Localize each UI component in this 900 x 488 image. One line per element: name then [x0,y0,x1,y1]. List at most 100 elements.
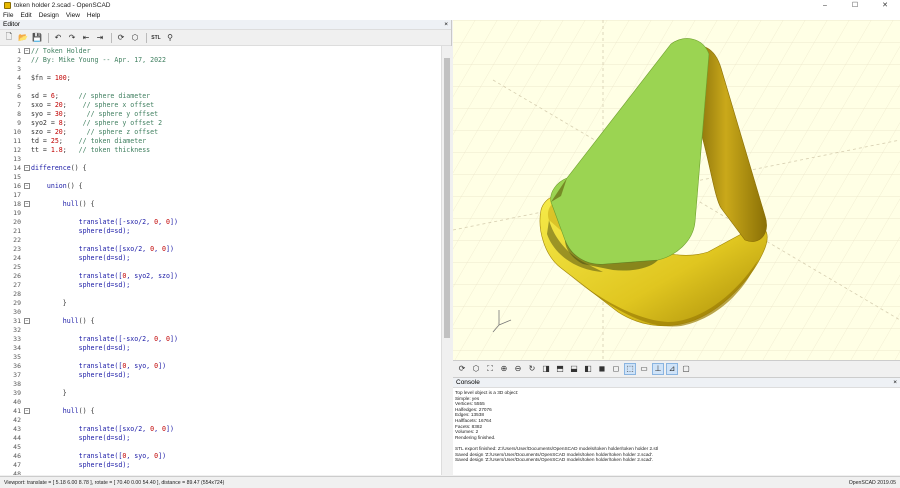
code-token: ([sxo/2, [114,245,151,253]
line-number: 35 [13,353,21,361]
fold-toggle[interactable]: − [24,408,30,414]
line-number: 5 [17,83,21,91]
export-stl-icon[interactable]: STL [150,32,162,44]
code-token: (d=sd); [102,227,131,235]
code-editor[interactable]: 1 2 3 4 5 6 7 8 9 10 11 12 13 14 15 16 17 18 19 20 21 22 23 24 2… [0,46,452,475]
line-number: 4 [17,74,21,82]
editor-scrollbar-thumb[interactable] [444,58,450,338]
close-button[interactable]: ✕ [870,0,900,10]
minimize-button[interactable]: – [810,0,840,10]
menu-file[interactable]: File [3,12,13,19]
show-scale-icon[interactable]: ⊿ [666,362,678,375]
menu-bar: File Edit Design View Help [0,10,900,20]
editor-close-button[interactable]: × [444,21,448,28]
code-token: ; [58,137,79,145]
view-left-icon[interactable]: ◧ [582,363,594,375]
line-number: 30 [13,308,21,316]
view-all-icon[interactable]: ⛶ [484,363,496,375]
code-token: // sphere y offset [86,110,159,118]
line-number: 22 [13,236,21,244]
menu-help[interactable]: Help [87,12,100,19]
zoom-in-icon[interactable]: ⊕ [498,363,510,375]
fold-toggle[interactable]: − [24,318,30,324]
code-token: difference [31,164,71,172]
code-line: szo = 20; // sphere z offset [31,128,158,137]
code-token: translate [78,452,115,460]
open-file-icon[interactable]: 📂 [17,32,29,44]
code-line: hull() { [31,317,95,326]
line-number: 17 [13,191,21,199]
view-right-icon[interactable]: ◨ [540,363,552,375]
line-number: 15 [13,173,21,181]
unindent-icon[interactable]: ⇤ [80,32,92,44]
code-token: , [154,425,163,433]
code-token: , syo, [126,362,155,370]
view-bottom-icon[interactable]: ⬓ [568,363,580,375]
orthogonal-icon[interactable]: ▭ [638,363,650,375]
code-line: syo = 30; // sphere y offset [31,110,158,119]
code-line: } [31,389,67,398]
code-token: translate [78,218,115,226]
perspective-icon[interactable]: ⬚ [624,362,636,375]
undo-icon[interactable]: ↶ [52,32,64,44]
new-file-icon[interactable]: 🗋 [3,32,15,44]
code-line: sphere(d=sd); [31,371,131,380]
code-token: ]) [166,425,174,433]
reset-view-icon[interactable]: ↻ [526,363,538,375]
view-back-icon[interactable]: ◻ [610,363,622,375]
line-number: 37 [13,371,21,379]
editor-scrollbar[interactable] [441,46,452,475]
fold-toggle[interactable]: − [24,201,30,207]
render-icon[interactable]: ⬡ [470,363,482,375]
fold-toggle[interactable]: − [24,183,30,189]
show-edges-icon[interactable]: ▢ [680,363,692,375]
menu-view[interactable]: View [66,12,80,19]
line-number: 41 [13,407,21,415]
zoom-out-icon[interactable]: ⊖ [512,363,524,375]
line-number: 40 [13,398,21,406]
viewport-status: Viewport: translate = [ 5.18 6.00 8.78 ]… [4,479,225,486]
code-token: (d=sd); [102,434,131,442]
line-number: 6 [17,92,21,100]
editor-panel: Editor × 🗋 📂 💾 ↶ ↷ ⇤ ⇥ ⟳ ⬡ STL ⚲ 1 2 3 4 5 6 7 8 9 10 11 12 13… [0,20,452,475]
view-top-icon[interactable]: ⬒ [554,363,566,375]
render-icon[interactable]: ⬡ [129,32,141,44]
code-token: ; [66,74,71,82]
line-number: 33 [13,335,21,343]
code-token: td = [31,137,51,145]
code-token: // sphere z offset [86,128,159,136]
preview-icon[interactable]: ⟳ [456,363,468,375]
maximize-button[interactable]: ☐ [840,0,870,10]
3d-viewport[interactable] [453,20,900,360]
code-line: sxo = 20; // sphere x offset [31,101,154,110]
fold-toggle[interactable]: − [24,165,30,171]
code-line: td = 25; // token diameter [31,137,146,146]
menu-edit[interactable]: Edit [20,12,31,19]
code-token: sphere [78,371,103,379]
show-axes-icon[interactable]: ⊥ [652,362,664,375]
code-token: // Token Holder [31,47,91,55]
redo-icon[interactable]: ↷ [66,32,78,44]
code-token: 30 [54,110,63,118]
code-token: sxo = [31,101,55,109]
fold-toggle[interactable]: − [24,48,30,54]
console-close-button[interactable]: × [893,379,897,386]
send-to-print-icon[interactable]: ⚲ [164,32,176,44]
code-token: ]) [170,218,178,226]
indent-icon[interactable]: ⇥ [94,32,106,44]
save-icon[interactable]: 💾 [31,32,43,44]
preview-icon[interactable]: ⟳ [115,32,127,44]
code-token: sd = [31,92,51,100]
console-title: Console [456,379,480,386]
view-front-icon[interactable]: ◼ [596,363,608,375]
line-number: 2 [17,56,21,64]
line-number: 28 [13,290,21,298]
code-line: } [31,299,67,308]
menu-design[interactable]: Design [39,12,59,19]
